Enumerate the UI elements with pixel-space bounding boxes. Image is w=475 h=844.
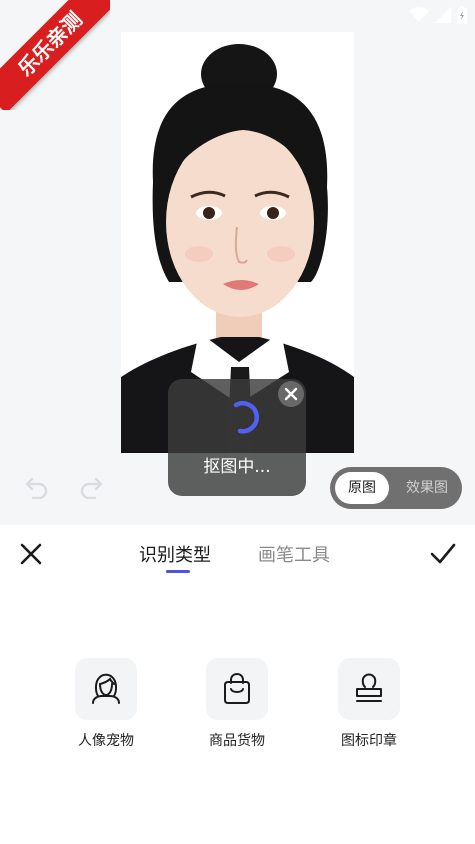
- status-bar: [409, 6, 467, 24]
- undo-button[interactable]: [22, 472, 52, 502]
- tab-brush-tool[interactable]: 画笔工具: [258, 541, 330, 567]
- portrait-icon: [92, 673, 120, 704]
- active-tab-indicator: [166, 570, 190, 573]
- option-portrait-pet[interactable]: 人像宠物: [66, 658, 146, 750]
- shopping-bag-icon: [224, 672, 250, 704]
- option-icon-stamp[interactable]: 图标印章: [329, 658, 409, 750]
- stamp-icon: [356, 673, 382, 702]
- effect-toggle-option[interactable]: 效果图: [396, 472, 458, 504]
- redo-icon: [80, 477, 103, 499]
- close-icon: [284, 387, 298, 401]
- confirm-button[interactable]: [429, 541, 457, 567]
- original-toggle-option[interactable]: 原图: [335, 472, 389, 504]
- loading-spinner-icon: [233, 401, 259, 434]
- option-goods[interactable]: 商品货物: [197, 658, 277, 750]
- option-icon-box: [338, 658, 400, 720]
- signal-icon: [435, 7, 451, 23]
- loading-toast: 抠图中...: [168, 379, 306, 496]
- redo-button[interactable]: [76, 472, 106, 502]
- wifi-icon: [409, 7, 429, 22]
- image-canvas: 原图 效果图 抠图中... 乐乐亲测: [0, 0, 475, 525]
- option-label: 商品货物: [209, 733, 265, 749]
- ribbon-text: 乐乐亲测: [0, 0, 110, 110]
- option-label: 图标印章: [341, 733, 397, 749]
- screen: 原图 效果图 抠图中... 乐乐亲测 识别类型 画笔工具 人像宠物 商品货物 图…: [0, 0, 475, 844]
- option-icon-box: [75, 658, 137, 720]
- undo-icon: [25, 477, 48, 499]
- option-icon-box: [206, 658, 268, 720]
- battery-icon: [457, 6, 467, 24]
- checkmark-icon: [430, 543, 456, 564]
- close-button[interactable]: [18, 541, 44, 567]
- close-icon: [20, 543, 42, 565]
- corner-ribbon: 乐乐亲测: [0, 0, 110, 110]
- tab-recognition-type[interactable]: 识别类型: [139, 541, 211, 567]
- view-toggle: 原图 效果图: [330, 467, 462, 509]
- toast-close-button[interactable]: [278, 381, 304, 407]
- loading-text: 抠图中...: [203, 457, 271, 477]
- tool-bar: 识别类型 画笔工具: [0, 525, 475, 583]
- option-label: 人像宠物: [78, 733, 134, 749]
